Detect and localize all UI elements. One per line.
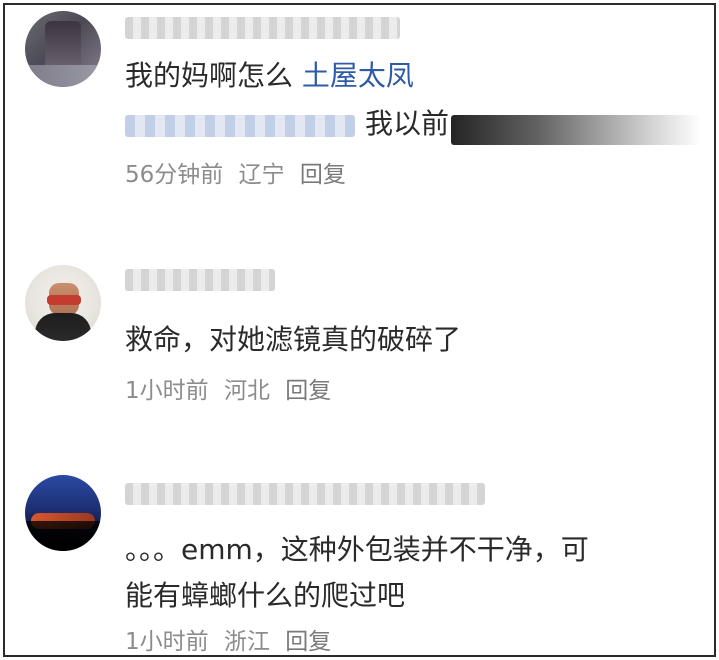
comment-text-line-1: 。。。emm，这种外包装并不干净，可 xyxy=(125,533,589,567)
comment-text: 我的妈啊怎么 xyxy=(125,59,294,92)
comment-time: 1小时前 xyxy=(125,378,209,404)
comment-text: 。。。emm，这种外包装并不干净，可 xyxy=(125,533,589,566)
comment-text-line-2: 我以前 xyxy=(365,107,449,141)
comment-meta: 56分钟前 辽宁 回复 xyxy=(125,161,354,189)
comment-text: 救命，对她滤镜真的破碎了 xyxy=(125,323,462,356)
avatar-detail xyxy=(47,295,81,305)
avatar[interactable] xyxy=(25,11,101,87)
comment-location: 浙江 xyxy=(223,629,270,655)
redacted-fade xyxy=(451,115,701,145)
comment-text: 能有蟑螂什么的爬过吧 xyxy=(125,579,406,612)
comment-location: 辽宁 xyxy=(238,162,285,188)
comment-time: 56分钟前 xyxy=(125,162,224,188)
avatar[interactable] xyxy=(25,475,101,551)
comment-time: 1小时前 xyxy=(125,629,209,655)
mention-link[interactable]: 土屋太凤 xyxy=(302,59,414,92)
reply-button[interactable]: 回复 xyxy=(285,629,331,655)
comments-panel: 我的妈啊怎么 土屋太凤 我以前 56分钟前 辽宁 回复 救命，对她滤镜真的破碎了… xyxy=(3,3,716,657)
comment-meta: 1小时前 浙江 回复 xyxy=(125,628,339,656)
comment-text-line-2: 能有蟑螂什么的爬过吧 xyxy=(125,579,405,613)
comment-text-line-1: 我的妈啊怎么 土屋太凤 xyxy=(125,59,414,93)
comment-meta: 1小时前 河北 回复 xyxy=(125,377,339,405)
reply-button[interactable]: 回复 xyxy=(285,378,331,404)
avatar[interactable] xyxy=(25,265,101,341)
comment-text: 我以前 xyxy=(365,107,450,140)
reply-button[interactable]: 回复 xyxy=(300,162,346,188)
username-mosaic xyxy=(125,17,400,39)
username-mosaic xyxy=(125,269,275,291)
username-mosaic xyxy=(125,483,485,505)
comment-text-line-1: 救命，对她滤镜真的破碎了 xyxy=(125,323,461,357)
comment-location: 河北 xyxy=(223,378,270,404)
redacted-text xyxy=(125,115,355,137)
